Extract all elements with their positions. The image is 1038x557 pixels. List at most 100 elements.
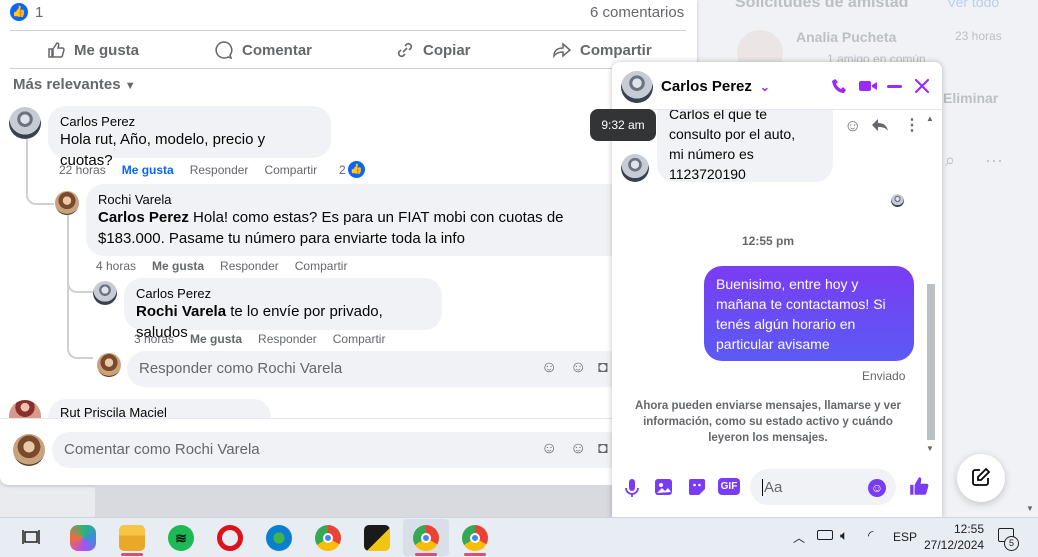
chrome-profile-icon[interactable] [413, 525, 439, 551]
microphone-icon[interactable] [625, 478, 639, 498]
divider [0, 418, 697, 419]
comments-count[interactable]: 6 comentarios [590, 4, 684, 21]
delete-request-button[interactable]: Eliminar [943, 90, 998, 106]
reply-button[interactable]: Responder [190, 163, 249, 177]
close-icon[interactable] [914, 78, 930, 94]
gif-button[interactable]: GIF [718, 478, 740, 495]
phone-icon[interactable] [831, 77, 849, 95]
copilot-icon[interactable] [70, 525, 96, 551]
avatar[interactable] [9, 400, 41, 418]
scrollbar-thumb[interactable] [927, 284, 935, 440]
more-options-icon[interactable]: ⋮ [904, 115, 920, 135]
comment-time[interactable]: 4 horas [96, 259, 136, 273]
page-scroll-down-icon[interactable]: ▼ [1026, 504, 1034, 513]
comment-meta: 3 horas Me gusta Responder Compartir [134, 332, 385, 346]
notification-badge: 5 [1004, 536, 1019, 551]
like-comment-button[interactable]: Me gusta [152, 259, 204, 273]
spotify-icon[interactable]: ≋ [168, 525, 194, 551]
more-icon[interactable]: ··· [985, 150, 1003, 171]
link-icon [397, 42, 413, 58]
requester-name[interactable]: Analia Pucheta [796, 29, 896, 45]
reply-button[interactable]: Responder [258, 332, 317, 346]
scroll-up-icon[interactable]: ▲ [926, 114, 934, 123]
active-indicator [121, 553, 143, 556]
avatar[interactable] [55, 191, 79, 215]
comment-time[interactable]: 3 horas [134, 332, 174, 346]
see-all-link[interactable]: Ver todo [947, 0, 999, 10]
read-receipt-avatar [891, 194, 904, 207]
camera-icon[interactable]: ◘ [598, 440, 608, 458]
mention[interactable]: Carlos Perez [98, 209, 189, 226]
share-comment-button[interactable]: Compartir [264, 163, 317, 177]
divider [10, 68, 686, 69]
comment-reactions[interactable]: 2 👍 [339, 161, 365, 178]
mention[interactable]: Rochi Varela [136, 303, 226, 320]
language-indicator[interactable]: ESP [893, 530, 917, 544]
comment-bubble: Rut Priscila Maciel [48, 399, 271, 418]
volume-muted-icon[interactable]: 🔈︎ [840, 527, 848, 544]
minimize-icon[interactable] [887, 85, 902, 88]
reply-button[interactable]: Responder [220, 259, 279, 273]
chrome-icon[interactable] [315, 525, 341, 551]
comment-author[interactable]: Rochi Varela [98, 192, 614, 207]
message-list[interactable]: Carlos el que te consulto por el auto, m… [612, 110, 942, 454]
react-icon[interactable]: ☺ [844, 116, 861, 136]
image-icon[interactable] [654, 477, 674, 497]
contact-name-button[interactable]: Carlos Perez ⌄ [661, 78, 770, 95]
comment-input[interactable]: Comentar como Rochi Varela [52, 432, 625, 468]
chevron-up-icon[interactable]: ︿ [793, 529, 805, 546]
taskbar: ≋ ︿ 🔈︎ ◜ ESP 12:55 27/12/2024 5 [0, 517, 1038, 557]
sticky-notes-icon[interactable] [364, 525, 390, 551]
friend-requests-title: Solicitudes de amistad [735, 0, 909, 11]
wifi-icon[interactable]: ◜ [868, 527, 873, 544]
reply-icon[interactable] [871, 117, 889, 133]
share-icon [553, 42, 572, 59]
emoji-icon[interactable]: ☺ [570, 359, 586, 377]
camera-icon[interactable]: ◘ [598, 359, 608, 377]
copy-button[interactable]: Copiar [395, 40, 471, 60]
comment-icon [215, 41, 233, 60]
clock[interactable]: 12:55 27/12/2024 [924, 521, 984, 553]
sticker-icon[interactable] [687, 477, 707, 497]
avatar[interactable] [9, 107, 41, 139]
battery-icon[interactable] [817, 530, 833, 540]
share-comment-button[interactable]: Compartir [295, 259, 348, 273]
thumbs-up-send-icon[interactable] [908, 475, 930, 497]
search-icon[interactable]: ⌕ [945, 150, 955, 171]
comment-author[interactable]: Rut Priscila Maciel [60, 407, 259, 418]
comment-author[interactable]: Carlos Perez [60, 114, 319, 129]
new-message-button[interactable] [957, 454, 1005, 502]
avatar[interactable] [621, 154, 649, 182]
chrome-profile-icon[interactable] [462, 525, 488, 551]
file-explorer-icon[interactable] [119, 525, 145, 551]
comment-button[interactable]: Comentar [214, 40, 312, 60]
comment-author[interactable]: Carlos Perez [136, 286, 430, 301]
comment-meta: 22 horas Me gusta Responder Compartir [59, 163, 317, 177]
active-indicator [415, 553, 437, 556]
like-comment-button[interactable]: Me gusta [122, 163, 174, 177]
video-camera-icon[interactable] [858, 78, 878, 94]
share-comment-button[interactable]: Compartir [333, 332, 386, 346]
avatar[interactable] [621, 71, 653, 103]
scroll-down-icon[interactable]: ▼ [926, 444, 934, 453]
avatar-sticker-icon[interactable]: ☺ [541, 440, 557, 458]
like-count[interactable]: 1 [35, 4, 43, 21]
comment-time[interactable]: 22 horas [59, 163, 106, 177]
task-view-icon[interactable] [22, 529, 40, 545]
edge-icon[interactable] [266, 525, 292, 551]
avatar[interactable] [93, 281, 117, 305]
comment-bubble: Carlos Perez Hola rut, Año, modelo, prec… [48, 106, 331, 169]
opera-icon[interactable] [217, 525, 243, 551]
emoji-icon[interactable]: ☺ [868, 479, 886, 497]
scrollbar[interactable]: ▲ ▼ [924, 114, 936, 454]
avatar-sticker-icon[interactable]: ☺ [541, 359, 557, 377]
like-comment-button[interactable]: Me gusta [190, 332, 242, 346]
emoji-icon[interactable]: ☺ [570, 440, 586, 458]
share-button[interactable]: Compartir [552, 40, 652, 60]
thread-line [67, 215, 93, 293]
sort-dropdown[interactable]: Más relevantes ▼ [13, 76, 136, 93]
comment-bubble: Rochi Varela Carlos Perez Hola! como est… [86, 184, 626, 256]
like-reaction-icon[interactable]: 👍 [10, 3, 28, 21]
like-button[interactable]: Me gusta [46, 40, 139, 60]
like-reaction-icon: 👍 [347, 161, 365, 178]
